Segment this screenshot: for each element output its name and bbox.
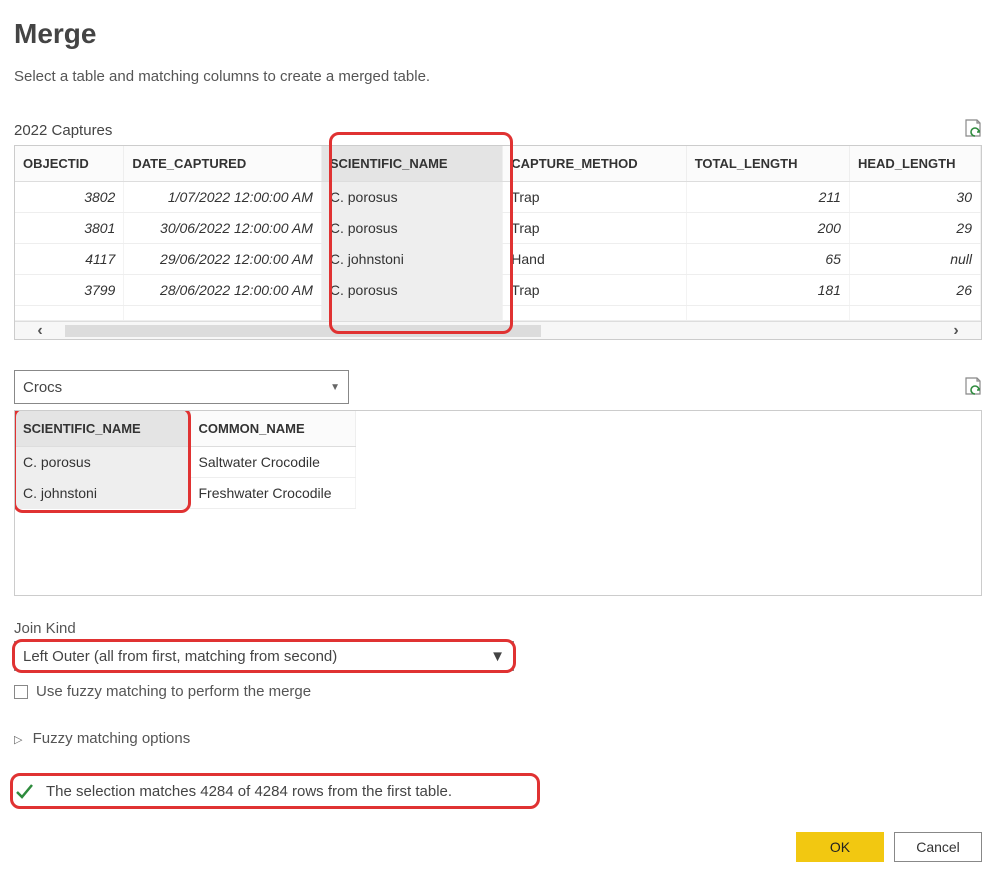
table-row[interactable]: 4117 29/06/2022 12:00:00 AM C. johnstoni… [15, 244, 981, 275]
col-total-length[interactable]: TOTAL_LENGTH [686, 146, 849, 182]
col-scientific-name[interactable]: SCIENTIFIC_NAME [321, 146, 502, 182]
check-icon [14, 781, 34, 801]
dialog-title: Merge [14, 18, 982, 50]
fuzzy-expander-label: Fuzzy matching options [33, 730, 191, 747]
chevron-down-icon: ▼ [490, 648, 505, 665]
match-status-text: The selection matches 4284 of 4284 rows … [46, 783, 452, 800]
table-row [15, 306, 981, 321]
col-capture-method[interactable]: CAPTURE_METHOD [503, 146, 686, 182]
col-date-captured[interactable]: DATE_CAPTURED [124, 146, 322, 182]
join-kind-label: Join Kind [14, 620, 982, 637]
dialog-subtitle: Select a table and matching columns to c… [14, 68, 982, 85]
table1-header-row[interactable]: OBJECTID DATE_CAPTURED SCIENTIFIC_NAME C… [15, 146, 981, 182]
col-head-length[interactable]: HEAD_LENGTH [849, 146, 980, 182]
table-row[interactable]: 3802 1/07/2022 12:00:00 AM C. porosus Tr… [15, 182, 981, 213]
join-kind-value: Left Outer (all from first, matching fro… [23, 648, 337, 665]
horizontal-scrollbar[interactable]: ‹ › [15, 321, 981, 339]
col-objectid[interactable]: OBJECTID [15, 146, 124, 182]
table-row[interactable]: 3799 28/06/2022 12:00:00 AM C. porosus T… [15, 275, 981, 306]
table2-header-row[interactable]: SCIENTIFIC_NAME COMMON_NAME [15, 411, 355, 447]
scroll-right-icon[interactable]: › [931, 322, 981, 340]
col-common-name[interactable]: COMMON_NAME [190, 411, 355, 447]
refresh-icon[interactable] [964, 377, 982, 397]
scroll-thumb[interactable] [65, 325, 541, 337]
table-row[interactable]: 3801 30/06/2022 12:00:00 AM C. porosus T… [15, 213, 981, 244]
scroll-left-icon[interactable]: ‹ [15, 322, 65, 340]
table-row[interactable]: C. johnstoni Freshwater Crocodile [15, 478, 355, 509]
scroll-track[interactable] [65, 325, 931, 337]
cancel-button[interactable]: Cancel [894, 832, 982, 862]
join-kind-select[interactable]: Left Outer (all from first, matching fro… [14, 641, 514, 671]
table1-name: 2022 Captures [14, 122, 112, 139]
fuzzy-options-expander[interactable]: Fuzzy matching options [14, 730, 982, 747]
table1-preview[interactable]: OBJECTID DATE_CAPTURED SCIENTIFIC_NAME C… [14, 145, 982, 340]
fuzzy-matching-label: Use fuzzy matching to perform the merge [36, 683, 311, 700]
ok-button[interactable]: OK [796, 832, 884, 862]
table2-preview[interactable]: SCIENTIFIC_NAME COMMON_NAME C. porosus S… [14, 410, 982, 596]
refresh-icon[interactable] [964, 119, 982, 139]
table2-select[interactable]: Crocs ▼ [14, 370, 349, 404]
chevron-down-icon: ▼ [330, 382, 340, 393]
table2-select-value: Crocs [23, 379, 62, 396]
fuzzy-matching-checkbox[interactable] [14, 685, 28, 699]
col-scientific-name[interactable]: SCIENTIFIC_NAME [15, 411, 190, 447]
table-row[interactable]: C. porosus Saltwater Crocodile [15, 447, 355, 478]
